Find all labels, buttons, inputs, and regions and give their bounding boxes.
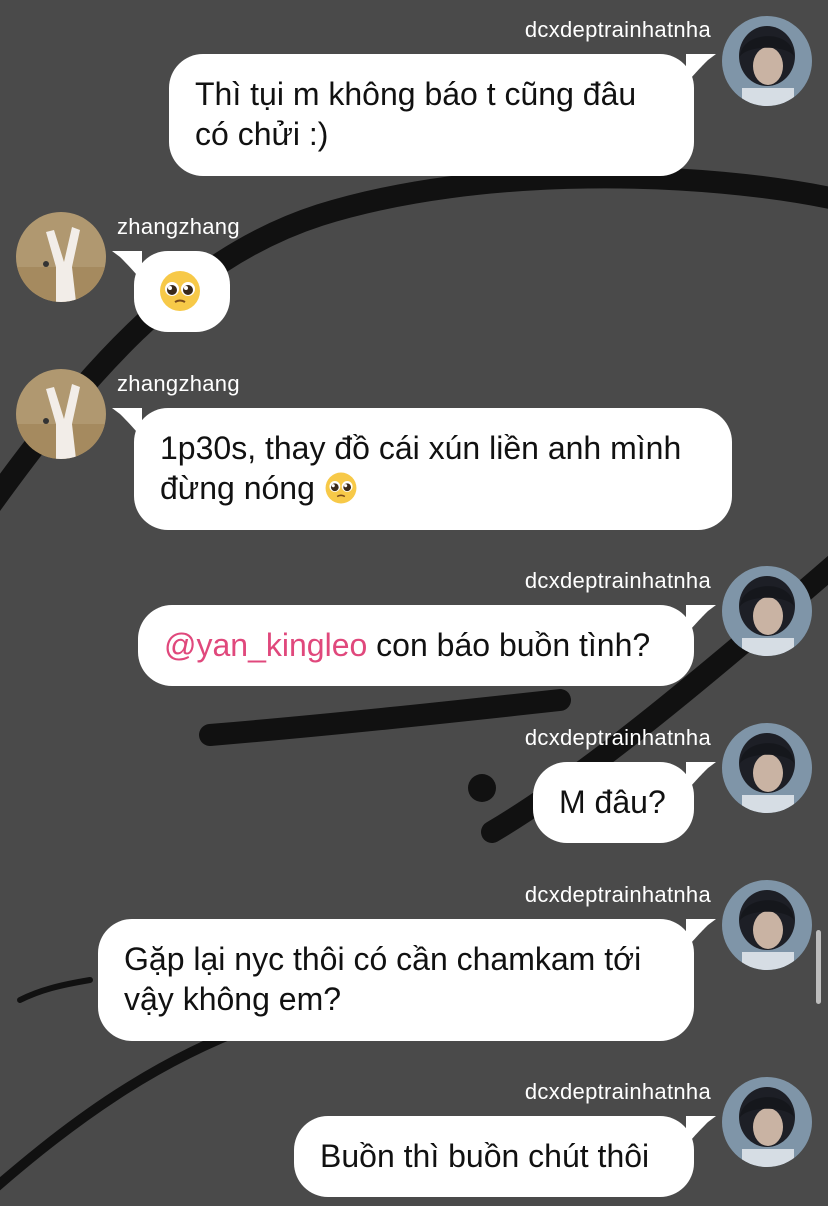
sender-name: dcxdeptrainhatnha [524,1079,711,1104]
bubble-tail-icon [686,1116,716,1146]
message-outgoing: dcxdeptrainhatnha Buồn thì buồn chút thô… [0,0,828,1206]
scrollbar[interactable] [816,930,821,1004]
avatar[interactable] [722,1077,812,1167]
chat-thread[interactable]: dcxdeptrainhatnha Thì tụi m không báo t … [0,0,828,1206]
message-text: Buồn thì buồn chút thôi [320,1138,650,1174]
avatar-photo-icon [722,1077,812,1167]
message-bubble[interactable]: Buồn thì buồn chút thôi [294,1116,716,1197]
